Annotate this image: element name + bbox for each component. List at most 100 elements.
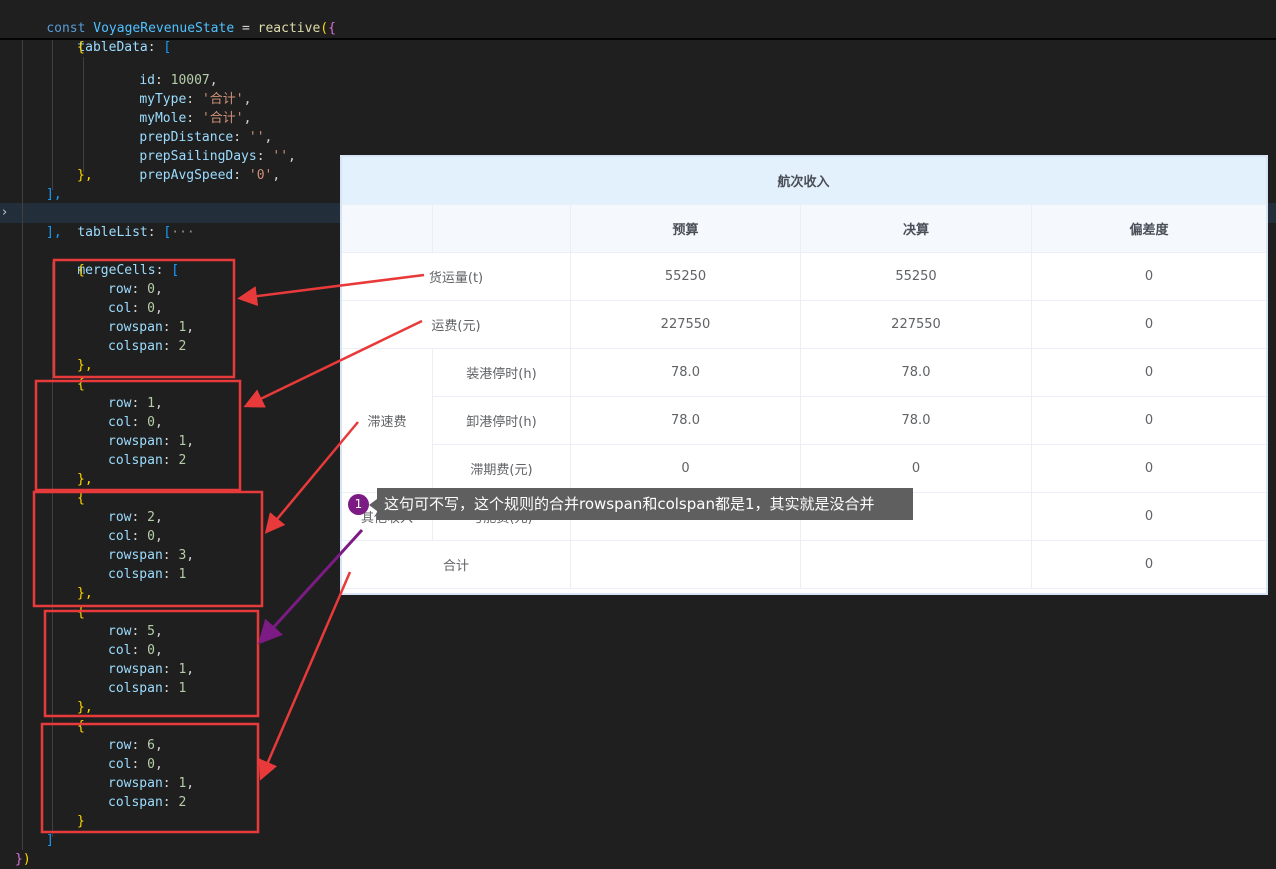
deviation-cell: 0 — [1032, 541, 1266, 589]
code-line: ] — [46, 833, 54, 848]
budget-cell — [571, 541, 801, 589]
code-line: }, — [77, 168, 93, 183]
code-number: 2 — [178, 339, 187, 354]
code-number: 0 — [147, 529, 155, 544]
code-property: col — [108, 529, 132, 544]
final-cell: 55250 — [801, 253, 1032, 301]
code-number: 3 — [178, 548, 187, 563]
budget-cell: 0 — [571, 445, 801, 493]
header-deviation: 偏差度 — [1032, 205, 1266, 253]
code-line: col: 0, — [108, 529, 163, 544]
code-line: rowspan: 1, — [108, 320, 195, 335]
code-line: colspan: 2 — [108, 795, 187, 810]
code-line: { — [77, 40, 85, 55]
code-property: prepAvgSpeed — [139, 168, 234, 183]
code-number: 1 — [147, 396, 155, 411]
annotation-tooltip: 这句可不写，这个规则的合并rowspan和colspan都是1，其实就是没合并 — [377, 488, 913, 520]
code-property: colspan — [108, 681, 163, 696]
annotation-badge: 1 — [348, 494, 369, 515]
code-paren: ) — [22, 852, 31, 867]
code-line: rowspan: 1, — [108, 662, 195, 677]
indent-guide — [83, 57, 84, 172]
header-empty-cell — [433, 205, 571, 253]
code-number: 2 — [147, 510, 155, 525]
code-line: }, — [77, 472, 93, 487]
tooltip-pointer — [369, 499, 377, 511]
code-number: 0 — [147, 757, 155, 772]
code-brace: { — [328, 21, 336, 36]
code-number: 1 — [178, 320, 187, 335]
group-label: 滞速费 — [342, 349, 433, 493]
row-label: 滞期费(元) — [433, 445, 571, 493]
final-cell — [801, 541, 1032, 589]
deviation-cell: 0 — [1032, 349, 1266, 397]
code-line: row: 5, — [108, 624, 163, 639]
code-property: row — [108, 282, 132, 297]
code-property: colspan — [108, 795, 163, 810]
code-property: col — [108, 757, 132, 772]
code-number: 5 — [147, 624, 155, 639]
code-line: ], — [46, 187, 62, 202]
code-colon: : — [147, 225, 164, 240]
code-line: }, — [77, 358, 93, 373]
total-label: 合计 — [342, 541, 571, 589]
final-cell: 0 — [801, 445, 1032, 493]
code-property: colspan — [108, 567, 163, 582]
row-label: 运费(元) — [342, 301, 571, 349]
code-line: col: 0, — [108, 301, 163, 316]
code-line: row: 6, — [108, 738, 163, 753]
code-number: 1 — [178, 681, 187, 696]
code-line: row: 1, — [108, 396, 163, 411]
code-property: col — [108, 415, 132, 430]
code-property: rowspan — [108, 434, 163, 449]
row-label: 货运量(t) — [342, 253, 571, 301]
final-cell: 78.0 — [801, 349, 1032, 397]
code-line: { — [77, 491, 85, 506]
indent-guide — [22, 40, 23, 850]
code-line: colspan: 1 — [108, 567, 187, 582]
fold-chevron-icon[interactable]: › — [2, 205, 7, 220]
code-number: 0 — [147, 643, 155, 658]
code-line: ], — [46, 225, 62, 240]
deviation-cell: 0 — [1032, 445, 1266, 493]
revenue-table: 航次收入 预算 决算 偏差度 货运量(t) 55250 55250 0 运费(元… — [342, 157, 1266, 593]
code-property: rowspan — [108, 776, 163, 791]
code-number: 1 — [178, 662, 187, 677]
folded-ellipsis[interactable]: ··· — [171, 225, 194, 240]
code-property: colspan — [108, 339, 163, 354]
deviation-cell: 0 — [1032, 493, 1266, 541]
code-brace: } — [15, 852, 23, 867]
row-label: 装港停时(h) — [433, 349, 571, 397]
code-operator: = — [234, 21, 258, 36]
code-line: row: 0, — [108, 282, 163, 297]
code-line: row: 2, — [108, 510, 163, 525]
code-line: col: 0, — [108, 757, 163, 772]
deviation-cell: 0 — [1032, 397, 1266, 445]
code-line: myMole: '合计', — [139, 111, 252, 126]
code-line: prepSailingDays: '', — [139, 149, 296, 164]
code-property: mergeCells — [77, 263, 156, 278]
budget-cell: 78.0 — [571, 349, 801, 397]
code-line: col: 0, — [108, 643, 163, 658]
code-property: row — [108, 396, 132, 411]
code-number: 0 — [147, 301, 155, 316]
code-property: rowspan — [108, 320, 163, 335]
code-string: '0' — [248, 168, 273, 183]
deviation-cell: 0 — [1032, 301, 1266, 349]
code-line: { — [77, 263, 85, 278]
budget-cell: 78.0 — [571, 397, 801, 445]
code-number: 1 — [178, 434, 187, 449]
final-cell: 227550 — [801, 301, 1032, 349]
code-number: 0 — [147, 282, 155, 297]
code-number: 1 — [178, 567, 187, 582]
code-line: }, — [77, 586, 93, 601]
code-line: colspan: 1 — [108, 681, 187, 696]
code-bracket: [ — [171, 263, 180, 278]
code-line: } — [77, 814, 85, 829]
final-cell: 78.0 — [801, 397, 1032, 445]
code-line: colspan: 2 — [108, 453, 187, 468]
deviation-cell: 0 — [1032, 253, 1266, 301]
code-property: row — [108, 624, 132, 639]
code-number: 0 — [147, 415, 155, 430]
row-label: 卸港停时(h) — [433, 397, 571, 445]
